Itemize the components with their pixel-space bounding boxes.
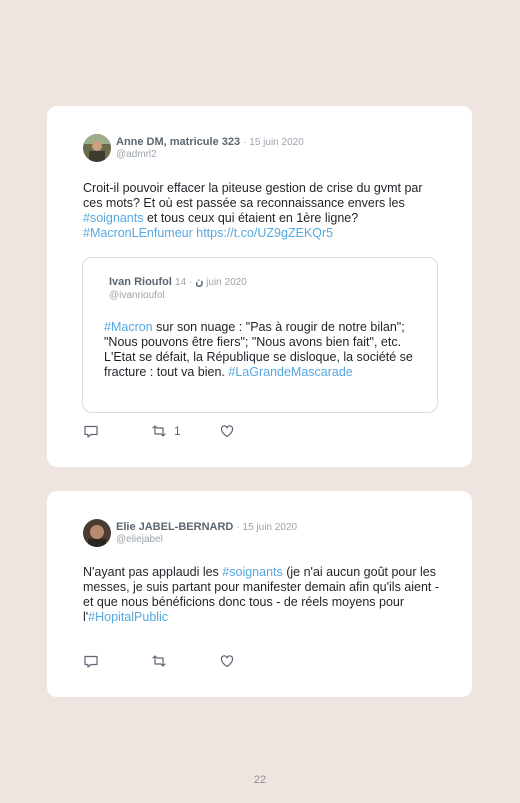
- author-name[interactable]: Elie JABEL-BERNARD: [116, 521, 233, 533]
- quote-author-handle: @ivanrioufol: [109, 290, 165, 301]
- tweet-date[interactable]: · 15 juin 2020: [236, 522, 297, 533]
- text-segment: et tous ceux qui étaient en 1ère ligne?: [143, 211, 359, 225]
- tweet-actions: [83, 653, 283, 669]
- avatar[interactable]: [83, 519, 111, 547]
- tweet-card: Elie JABEL-BERNARD · 15 juin 2020 @eliej…: [47, 491, 472, 697]
- quoted-tweet[interactable]: Ivan Rioufol ن · 14 juin 2020 @ivanriouf…: [82, 257, 438, 413]
- quote-text: #Macron sur son nuage : "Pas à rougir de…: [104, 320, 424, 380]
- avatar[interactable]: [83, 134, 111, 162]
- hashtag-link[interactable]: #Macron: [104, 320, 153, 334]
- author-name[interactable]: Anne DM, matricule 323: [116, 136, 240, 148]
- tweet-date[interactable]: · 15 juin 2020: [243, 137, 304, 148]
- tweet-text: Croit-il pouvoir effacer la piteuse gest…: [83, 181, 443, 241]
- retweet-icon: [150, 653, 168, 669]
- hashtag-link[interactable]: #soignants: [222, 565, 282, 579]
- author-handle[interactable]: @admrl2: [116, 149, 157, 161]
- like-icon[interactable]: [219, 423, 235, 439]
- retweet-button[interactable]: [150, 653, 168, 669]
- hashtag-link[interactable]: #soignants: [83, 211, 143, 225]
- retweet-icon: [150, 423, 168, 439]
- tweet-actions: 1: [83, 423, 283, 439]
- reply-icon[interactable]: [83, 653, 99, 669]
- quote-date: · 14 juin 2020: [175, 277, 247, 288]
- hashtag-link[interactable]: #HopitalPublic: [88, 610, 168, 624]
- tweet-card: Anne DM, matricule 323 · 15 juin 2020 @a…: [47, 106, 472, 467]
- tweet-header: Anne DM, matricule 323 · 15 juin 2020: [116, 135, 304, 150]
- text-segment: Croit-il pouvoir effacer la piteuse gest…: [83, 181, 423, 210]
- like-icon[interactable]: [219, 653, 235, 669]
- reply-icon[interactable]: [83, 423, 99, 439]
- quote-author-name: Ivan Rioufol: [109, 276, 172, 288]
- hashtag-link[interactable]: #MacronLEnfumeur https://t.co/UZ9gZEKQr5: [83, 226, 333, 240]
- author-handle[interactable]: @eliejabel: [116, 534, 163, 546]
- tweet-header: Elie JABEL-BERNARD · 15 juin 2020: [116, 520, 297, 535]
- retweet-count: 1: [174, 424, 181, 438]
- retweet-button[interactable]: 1: [150, 423, 181, 439]
- tweet-text: N'ayant pas applaudi les #soignants (je …: [83, 565, 443, 625]
- page-number: 22: [253, 774, 267, 786]
- text-segment: N'ayant pas applaudi les: [83, 565, 223, 579]
- quote-header: Ivan Rioufol ن · 14 juin 2020: [109, 275, 247, 288]
- hashtag-link[interactable]: #LaGrandeMascarade: [228, 365, 352, 379]
